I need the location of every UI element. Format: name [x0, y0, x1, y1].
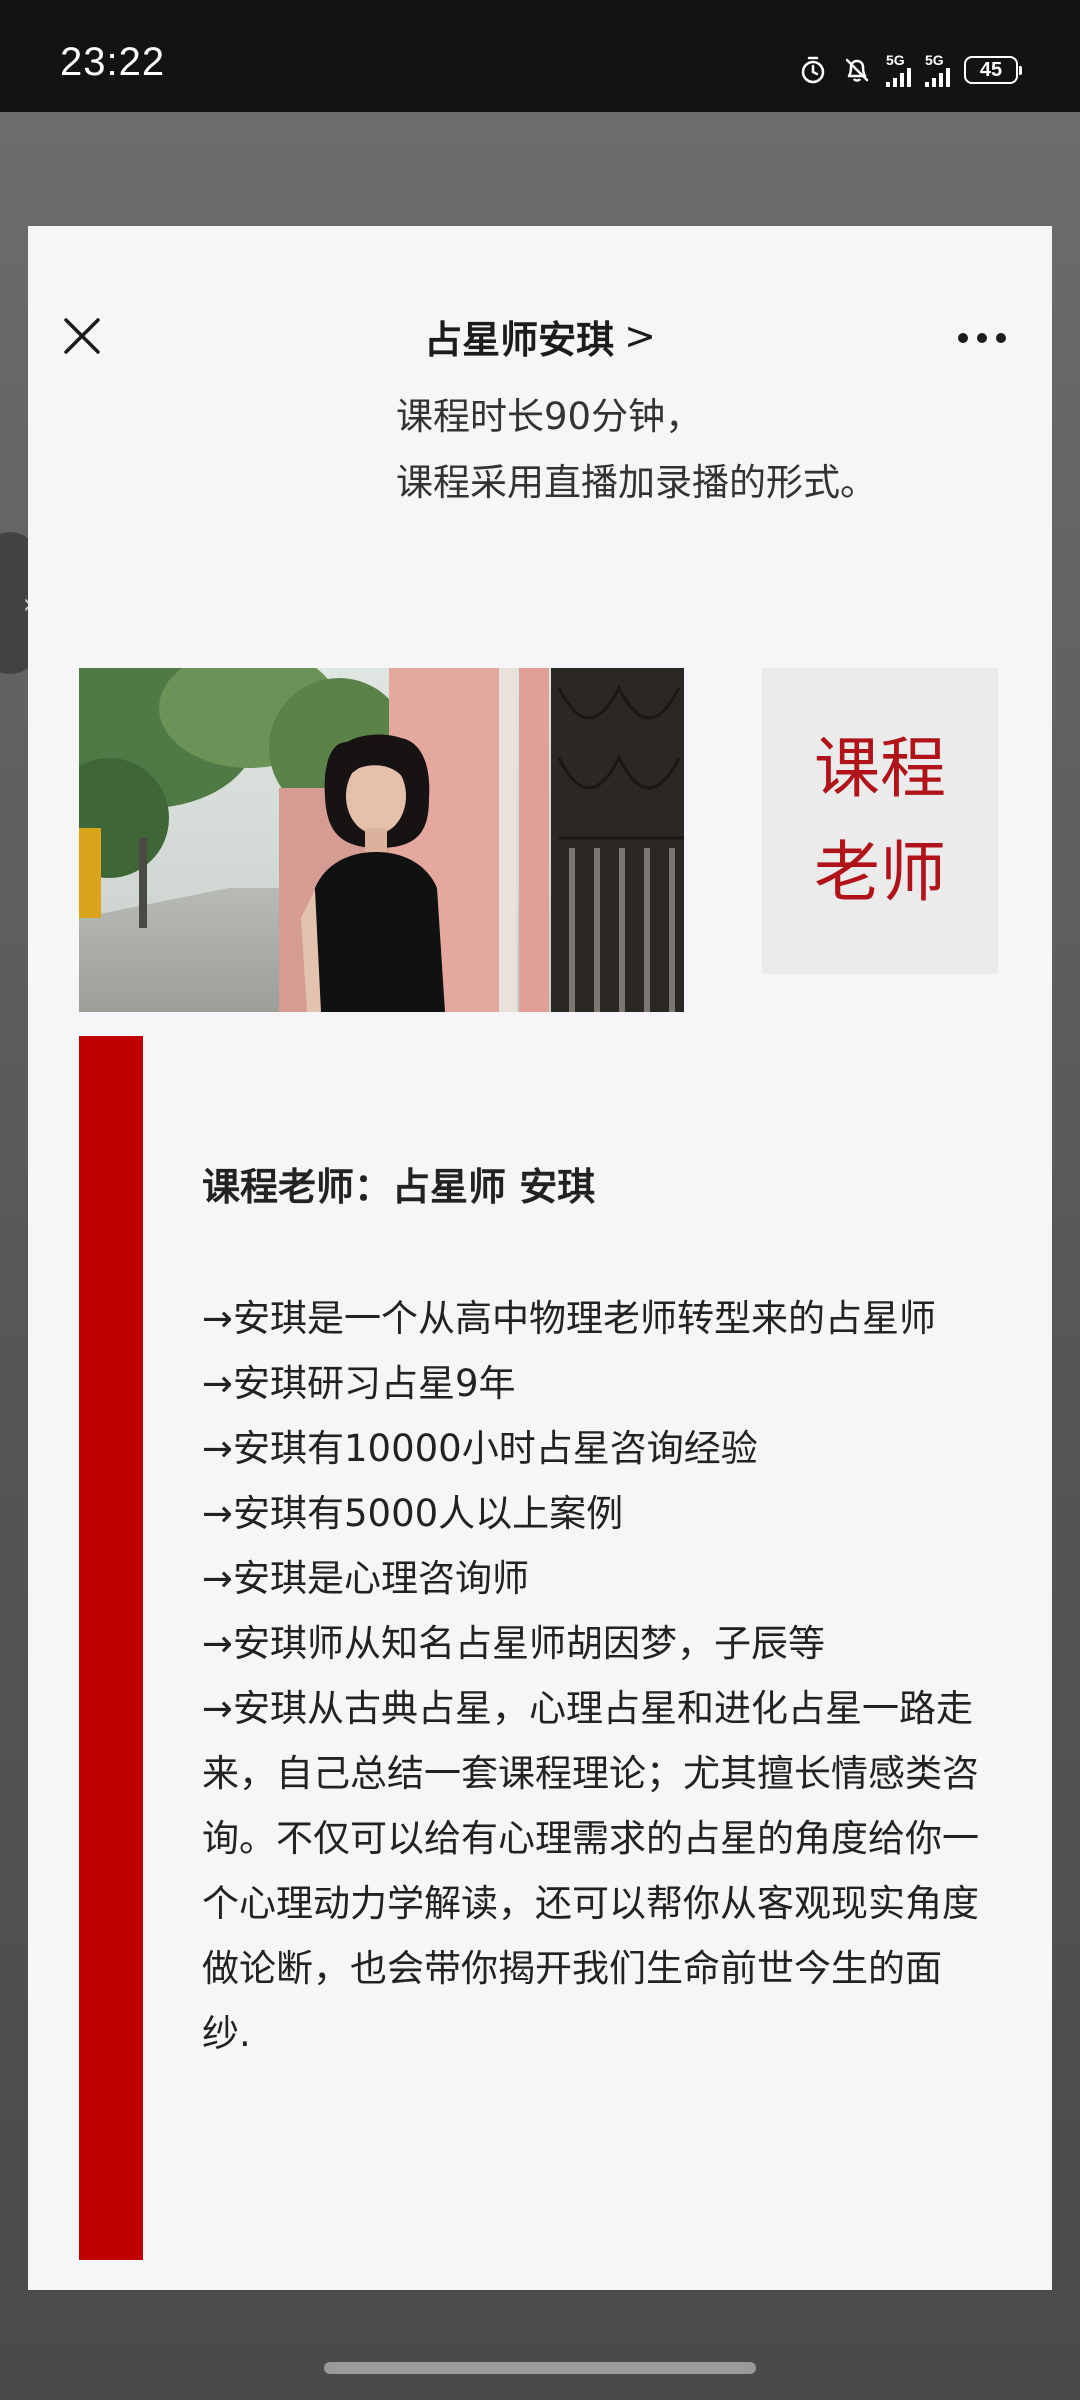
home-indicator[interactable] [324, 2362, 756, 2374]
status-time: 23:22 [60, 40, 166, 84]
bio-item: →安琪有10000小时占星咨询经验 [202, 1427, 758, 1470]
more-button[interactable] [952, 308, 1012, 368]
section-label-line2: 老师 [814, 834, 946, 911]
nav-bar: 占星师安琪 > [28, 226, 1052, 376]
content-sheet: 占星师安琪 > 课程时长90分钟， 课程采用直播加录播的形式。 课程 老师 课程… [28, 226, 1052, 2290]
section-label-line1: 课程 [814, 730, 946, 807]
teacher-photo [79, 668, 684, 1012]
signal-icon: 5G [886, 53, 911, 87]
alarm-icon [798, 55, 828, 85]
more-dots-icon [958, 333, 1006, 343]
section-label-card: 课程 老师 [762, 668, 998, 974]
battery-level: 45 [979, 58, 1003, 81]
teacher-bio: 课程老师：占星师 安琪 →安琪是一个从高中物理老师转型来的占星师 →安琪研习占星… [202, 1152, 982, 2066]
network-label-2: 5G [925, 52, 944, 68]
status-icons: 5G 5G 45 [798, 52, 1022, 88]
chevron-right-icon: > [624, 314, 656, 358]
signal-icon-2: 5G [925, 53, 950, 87]
mute-icon [842, 55, 872, 85]
page-title: 占星师安琪 [424, 317, 615, 362]
bio-heading: 课程老师：占星师 安琪 [202, 1165, 596, 1209]
bio-item: →安琪有5000人以上案例 [202, 1492, 624, 1535]
network-label-1: 5G [886, 52, 905, 68]
bio-item: →安琪从古典占星，心理占星和进化占星一路走来，自己总结一套课程理论；尤其擅长情感… [202, 1687, 979, 2055]
intro-line: 课程采用直播加录播的形式。 [396, 461, 877, 504]
status-bar: 23:22 5G 5G 45 [0, 0, 1080, 112]
battery-icon: 45 [964, 56, 1022, 84]
accent-bar [79, 1036, 143, 2260]
bio-item: →安琪研习占星9年 [202, 1362, 516, 1405]
account-title-link[interactable]: 占星师安琪 > [28, 306, 1052, 366]
course-intro: 课程时长90分钟， 课程采用直播加录播的形式。 [396, 384, 1036, 516]
bio-item: →安琪是一个从高中物理老师转型来的占星师 [202, 1297, 937, 1340]
bio-item: →安琪是心理咨询师 [202, 1557, 530, 1600]
bio-item: →安琪师从知名占星师胡因梦，子辰等 [202, 1622, 826, 1665]
intro-line: 课程时长90分钟， [396, 395, 703, 438]
